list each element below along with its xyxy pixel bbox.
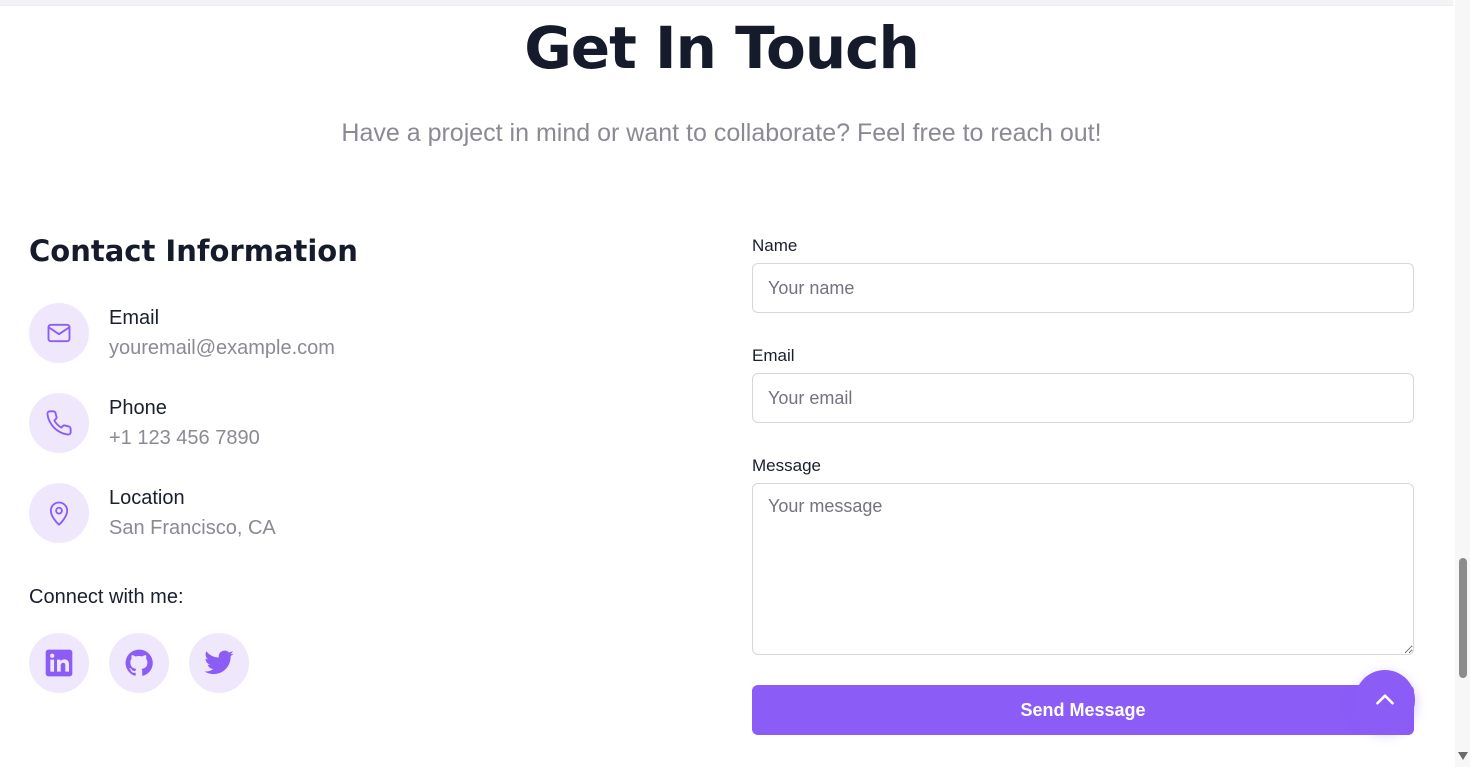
- chevron-up-icon: [1376, 694, 1394, 705]
- name-label: Name: [752, 236, 798, 255]
- twitter-icon: [204, 650, 234, 675]
- linkedin-link[interactable]: [29, 633, 89, 693]
- contact-item-value: youremail@example.com: [109, 337, 335, 359]
- phone-icon: [29, 393, 89, 453]
- contact-item-value: +1 123 456 7890: [109, 427, 260, 449]
- name-input[interactable]: [752, 263, 1414, 313]
- page-subtitle: Have a project in mind or want to collab…: [341, 119, 1102, 147]
- map-pin-icon: [29, 483, 89, 543]
- email-input[interactable]: [752, 373, 1414, 423]
- twitter-link[interactable]: [189, 633, 249, 693]
- scrollbar-thumb[interactable]: [1459, 558, 1467, 678]
- scroll-down-arrow-icon[interactable]: [1458, 752, 1468, 760]
- github-icon: [125, 649, 153, 676]
- contact-item-label: Email: [109, 307, 160, 329]
- scroll-to-top-button[interactable]: [1355, 670, 1415, 730]
- top-divider: [0, 0, 1453, 6]
- send-message-button[interactable]: Send Message: [752, 685, 1414, 735]
- contact-item-label: Location: [109, 487, 185, 509]
- linkedin-icon: [45, 649, 73, 677]
- mail-icon: [29, 303, 89, 363]
- message-label: Message: [752, 456, 821, 475]
- github-link[interactable]: [109, 633, 169, 693]
- page-title: Get In Touch: [524, 14, 920, 82]
- message-textarea[interactable]: [752, 483, 1414, 655]
- contact-heading: Contact Information: [29, 234, 358, 268]
- contact-item-label: Phone: [109, 397, 167, 419]
- connect-label: Connect with me:: [29, 586, 184, 608]
- email-label: Email: [752, 346, 795, 365]
- contact-item-value: San Francisco, CA: [109, 517, 276, 539]
